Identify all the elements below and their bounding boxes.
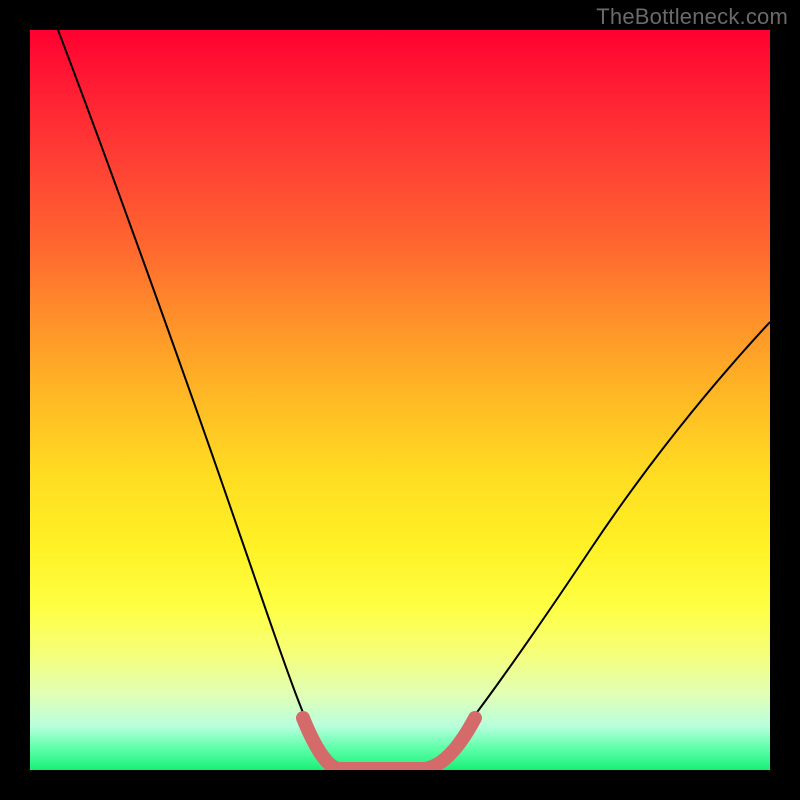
highlight-band <box>303 718 475 769</box>
curve-layer <box>30 30 770 770</box>
chart-frame: TheBottleneck.com <box>0 0 800 800</box>
plot-area <box>30 30 770 770</box>
bottleneck-curve-right <box>430 322 770 770</box>
watermark-text: TheBottleneck.com <box>596 4 788 30</box>
bottleneck-curve-left <box>58 30 330 770</box>
